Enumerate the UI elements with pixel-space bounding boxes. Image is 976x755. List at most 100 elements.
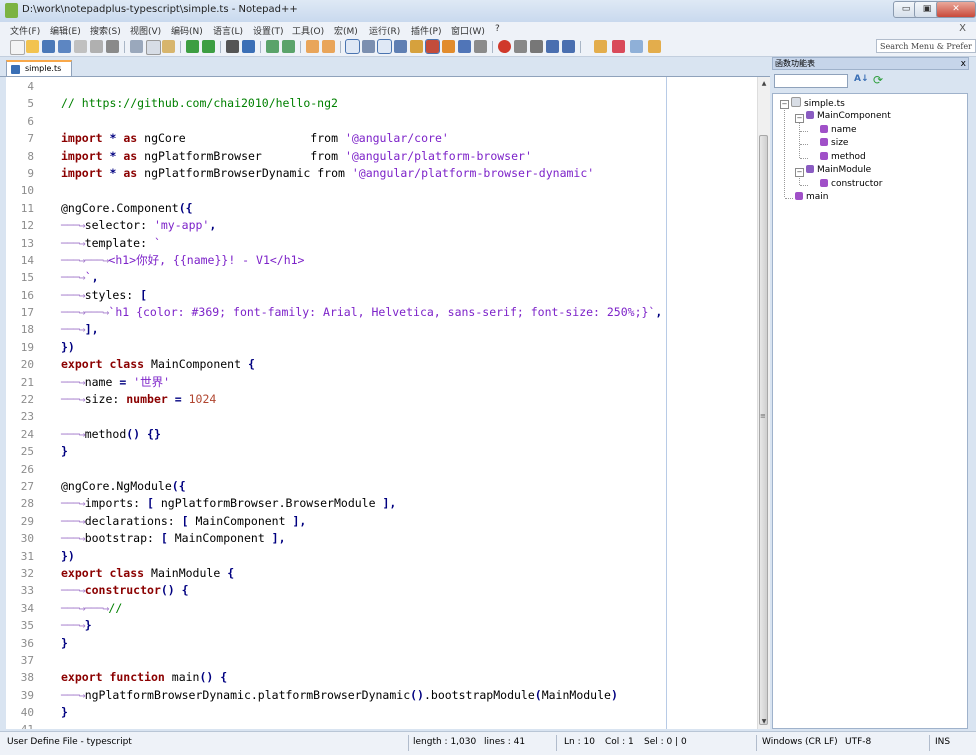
save-icon[interactable] — [42, 40, 55, 53]
refresh-icon[interactable]: ⟳ — [873, 74, 886, 87]
code-line[interactable]: 32 export class MainModule { — [6, 565, 757, 582]
code-line[interactable]: 15 ───→`, — [6, 269, 757, 286]
tree-item-root[interactable]: simple.ts — [791, 97, 845, 109]
code-line[interactable]: 21 ───→name = '世界' — [6, 374, 757, 391]
menu-edit[interactable]: 编辑(E) — [50, 24, 81, 37]
menu-view[interactable]: 视图(V) — [130, 24, 161, 37]
close-file-icon[interactable] — [74, 40, 87, 53]
code-line[interactable]: 11 @ngCore.Component({ — [6, 200, 757, 217]
code-line[interactable]: 6 — [6, 113, 757, 130]
function-list-close-icon[interactable]: x — [961, 58, 966, 70]
code-line[interactable]: 38 export function main() { — [6, 669, 757, 686]
code-line[interactable]: 33 ───→constructor() { — [6, 582, 757, 599]
code-line[interactable]: 18 ───→], — [6, 321, 757, 338]
function-list-icon[interactable] — [425, 39, 440, 54]
menu-window[interactable]: 窗口(W) — [451, 24, 485, 37]
code-line[interactable]: 20 export class MainComponent { — [6, 356, 757, 373]
code-line[interactable]: 37 — [6, 652, 757, 669]
monitoring-icon[interactable] — [458, 40, 471, 53]
code-line[interactable]: 40} — [6, 704, 757, 721]
menu-file[interactable]: 文件(F) — [10, 24, 40, 37]
code-line[interactable]: 13 ───→template: ` — [6, 235, 757, 252]
scroll-thumb[interactable] — [759, 135, 768, 725]
word-wrap-icon[interactable] — [345, 39, 360, 54]
sort-icon[interactable]: A↓ — [854, 74, 869, 87]
sync-vertical-icon[interactable] — [306, 40, 319, 53]
redo-icon[interactable] — [202, 40, 215, 53]
code-line[interactable]: 19}) — [6, 339, 757, 356]
zoom-in-icon[interactable] — [266, 40, 279, 53]
code-line[interactable]: 36} — [6, 635, 757, 652]
function-filter-input[interactable] — [774, 74, 848, 88]
code-line[interactable]: 41 — [6, 721, 757, 729]
new-file-icon[interactable] — [10, 40, 25, 55]
save-all-icon[interactable] — [58, 40, 71, 53]
tab-simple-ts[interactable]: simple.ts — [6, 60, 72, 76]
paste-icon[interactable] — [162, 40, 175, 53]
plugin-icon-3[interactable] — [630, 40, 643, 53]
status-insert-mode[interactable]: INS — [935, 737, 950, 747]
tree-item-constructor[interactable]: constructor — [820, 179, 882, 189]
print-icon[interactable] — [106, 40, 119, 53]
code-line[interactable]: 22 ───→size: number = 1024 — [6, 391, 757, 408]
menu-settings[interactable]: 设置(T) — [253, 24, 284, 37]
scroll-down-arrow-icon[interactable]: ▼ — [759, 717, 769, 727]
record-macro-icon[interactable] — [498, 40, 511, 53]
undo-icon[interactable] — [186, 40, 199, 53]
status-eol[interactable]: Windows (CR LF) — [762, 737, 838, 747]
collapse-main-component-icon[interactable]: − — [795, 114, 804, 123]
code-line[interactable]: 14 ───→───→<h1>你好, {{name}}! - V1</h1> — [6, 252, 757, 269]
show-all-chars-icon[interactable] — [362, 40, 375, 53]
indent-guide-icon[interactable] — [377, 39, 392, 54]
code-line[interactable]: 34 ───→───→// — [6, 600, 757, 617]
tree-item-size[interactable]: size — [820, 138, 848, 148]
tree-item-main-module[interactable]: MainModule — [806, 165, 871, 175]
document-map-icon[interactable] — [410, 40, 423, 53]
menu-macro[interactable]: 宏(M) — [334, 24, 358, 37]
code-line[interactable]: 23 — [6, 408, 757, 425]
menu-plugins[interactable]: 插件(P) — [411, 24, 441, 37]
code-line[interactable]: 39 ───→ngPlatformBrowserDynamic.platformB… — [6, 687, 757, 704]
user-language-icon[interactable] — [394, 40, 407, 53]
close-document-icon[interactable]: X — [959, 23, 966, 34]
plugin-icon-1[interactable] — [594, 40, 607, 53]
menu-search[interactable]: 搜索(S) — [90, 24, 121, 37]
eye-icon[interactable] — [474, 40, 487, 53]
code-editor[interactable]: 4 5 // https://github.com/chai2010/hello-n… — [6, 77, 757, 729]
close-all-icon[interactable] — [90, 40, 103, 53]
code-line[interactable]: 8 import * as ngPlatformBrowser from '@an… — [6, 148, 757, 165]
search-menu-input[interactable]: Search Menu & Prefer — [876, 39, 976, 53]
menu-language[interactable]: 语言(L) — [213, 24, 243, 37]
tree-item-main[interactable]: main — [795, 192, 829, 202]
replace-icon[interactable] — [242, 40, 255, 53]
code-line[interactable]: 28 ───→imports: [ ngPlatformBrowser.Brows… — [6, 495, 757, 512]
code-line[interactable]: 16 ───→styles: [ — [6, 287, 757, 304]
menu-encoding[interactable]: 编码(N) — [171, 24, 203, 37]
menu-tools[interactable]: 工具(O) — [292, 24, 324, 37]
code-line[interactable]: 7 import * as ngCore from '@angular/core' — [6, 130, 757, 147]
code-line[interactable]: 12 ───→selector: 'my-app', — [6, 217, 757, 234]
code-line[interactable]: 29 ───→declarations: [ MainComponent ], — [6, 513, 757, 530]
play-macro-icon[interactable] — [530, 40, 543, 53]
tree-item-main-component[interactable]: MainComponent — [806, 111, 891, 121]
plugin-icon-2[interactable] — [612, 40, 625, 53]
plugin-icon-4[interactable] — [648, 40, 661, 53]
stop-macro-icon[interactable] — [514, 40, 527, 53]
cut-icon[interactable] — [130, 40, 143, 53]
find-icon[interactable] — [226, 40, 239, 53]
folder-as-workspace-icon[interactable] — [442, 40, 455, 53]
sync-horizontal-icon[interactable] — [322, 40, 335, 53]
code-line[interactable]: 10 — [6, 182, 757, 199]
code-line[interactable]: 24 ───→method() {} — [6, 426, 757, 443]
code-line[interactable]: 17 ───→───→`h1 {color: #369; font-family:… — [6, 304, 757, 321]
menu-run[interactable]: 运行(R) — [369, 24, 400, 37]
code-line[interactable]: 27 @ngCore.NgModule({ — [6, 478, 757, 495]
scroll-up-arrow-icon[interactable]: ▲ — [759, 79, 769, 89]
menu-help[interactable]: ? — [495, 24, 500, 34]
close-button[interactable]: ✕ — [936, 1, 976, 18]
code-line[interactable]: 25} — [6, 443, 757, 460]
code-line[interactable]: 5 // https://github.com/chai2010/hello-ng… — [6, 95, 757, 112]
collapse-main-module-icon[interactable]: − — [795, 168, 804, 177]
save-macro-icon[interactable] — [562, 40, 575, 53]
run-macro-multiple-icon[interactable] — [546, 40, 559, 53]
